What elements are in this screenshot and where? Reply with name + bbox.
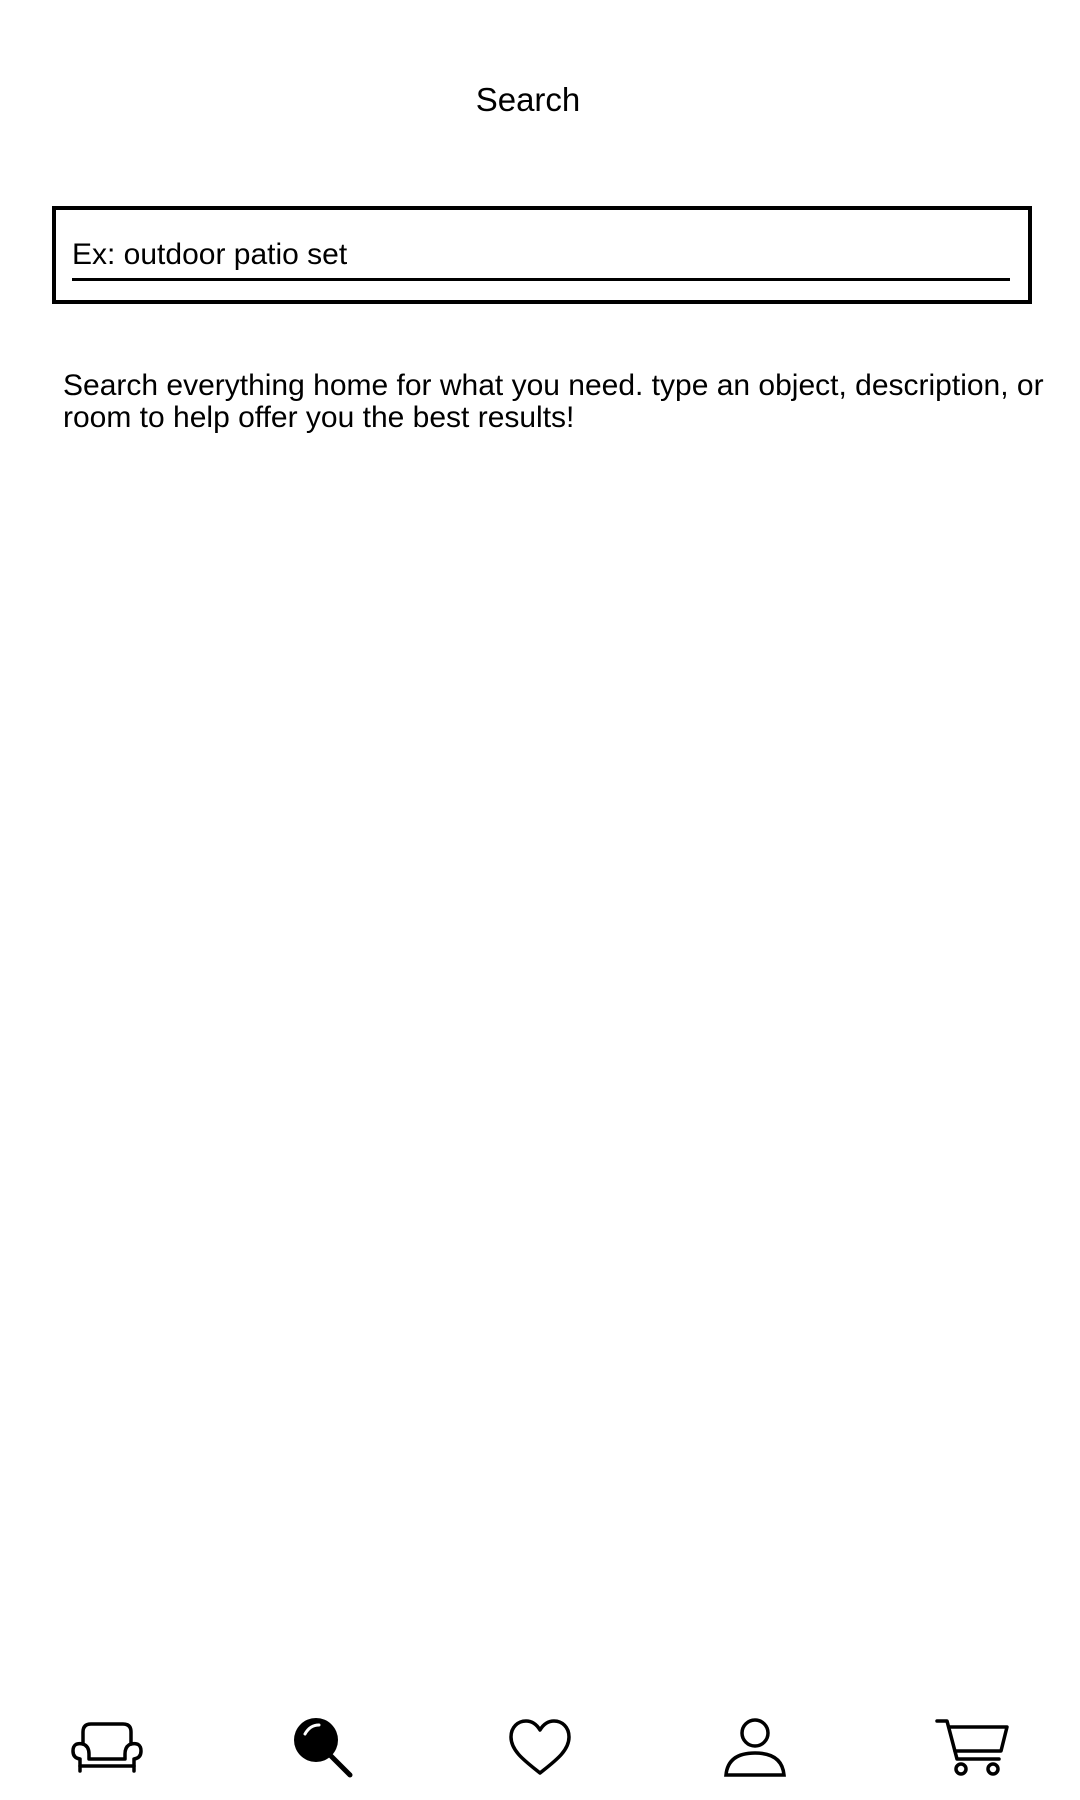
- search-box: [52, 206, 1032, 304]
- page-title: Search: [475, 81, 581, 118]
- bottom-nav: [0, 1708, 1080, 1788]
- sofa-icon: [71, 1722, 143, 1773]
- nav-item-search[interactable]: [278, 1708, 368, 1788]
- nav-item-home[interactable]: [62, 1708, 152, 1788]
- user-icon: [724, 1718, 786, 1777]
- nav-item-profile[interactable]: [710, 1708, 800, 1788]
- nav-item-cart[interactable]: [928, 1708, 1018, 1788]
- heart-icon: [509, 1719, 571, 1775]
- search-icon: [294, 1718, 353, 1778]
- search-input[interactable]: [72, 232, 1010, 281]
- cart-icon: [935, 1719, 1009, 1776]
- nav-item-favorites[interactable]: [495, 1708, 585, 1788]
- search-help-text: Search everything home for what you need…: [63, 369, 1044, 434]
